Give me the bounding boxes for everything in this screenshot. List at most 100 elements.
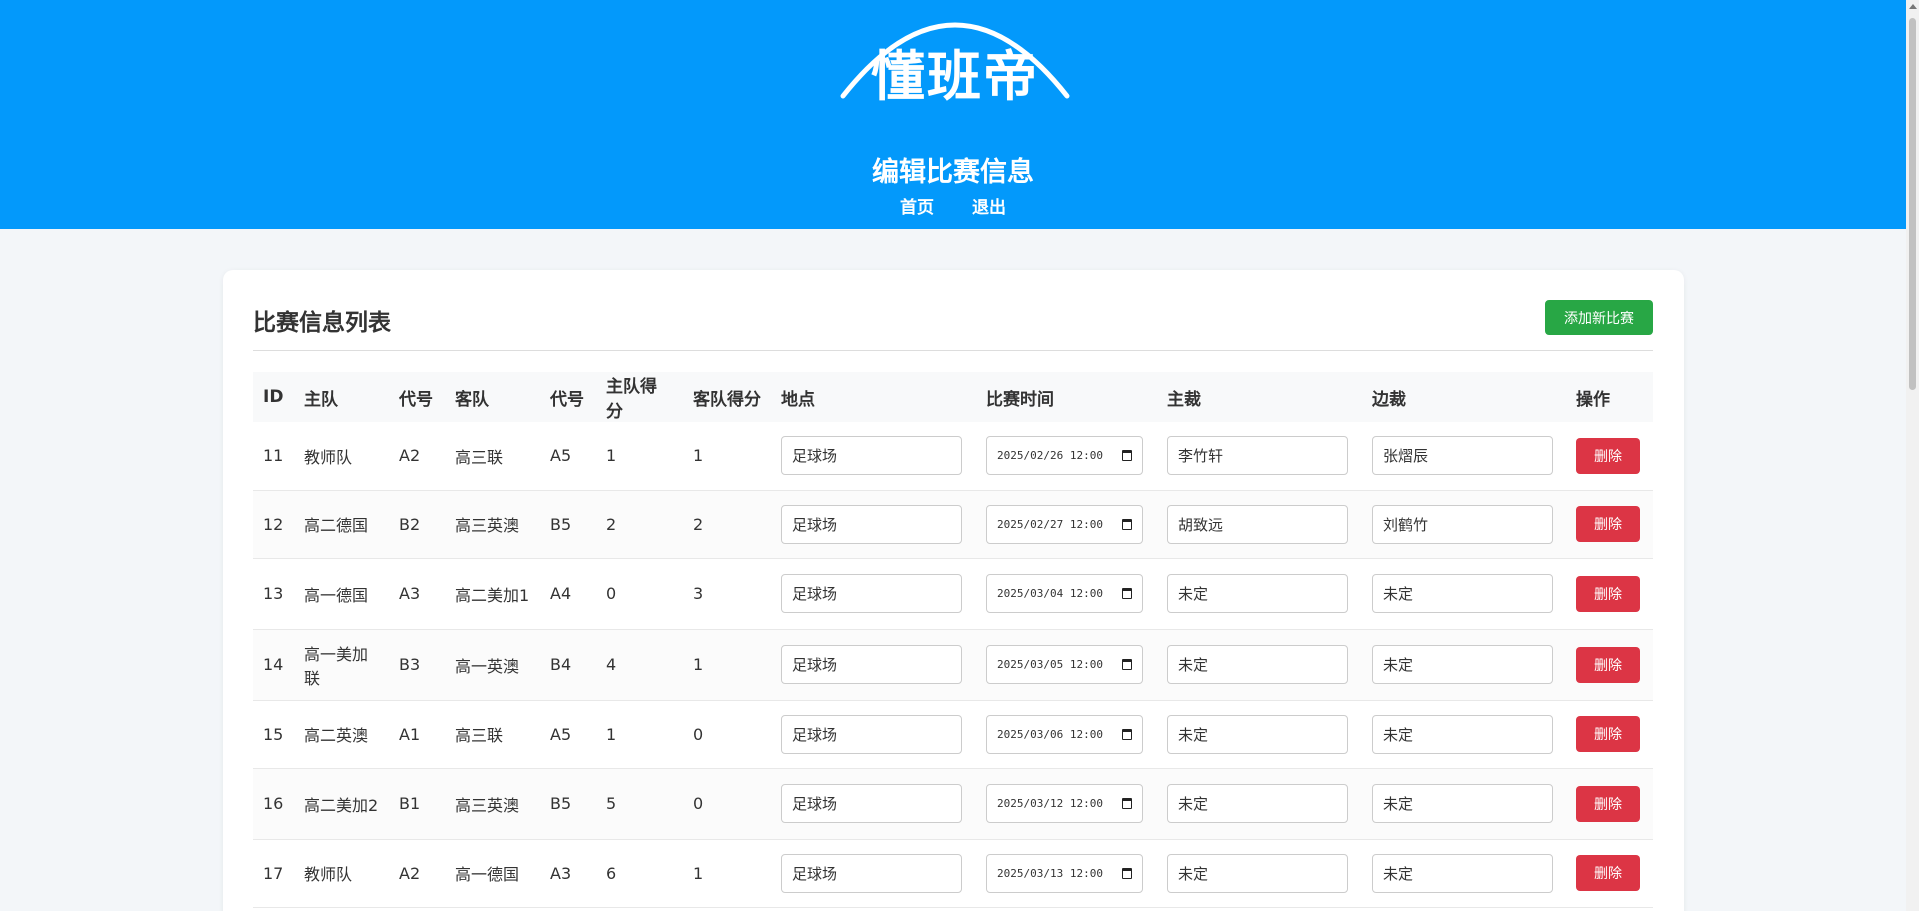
cell-linesman xyxy=(1362,700,1566,769)
calendar-icon[interactable] xyxy=(1122,798,1132,809)
referee-input[interactable] xyxy=(1167,645,1348,684)
venue-input[interactable] xyxy=(781,436,962,476)
match-time-input[interactable]: 2025/02/27 12:00 xyxy=(986,504,1143,544)
linesman-input[interactable] xyxy=(1372,504,1553,544)
match-time-input[interactable]: 2025/03/13 12:00 xyxy=(986,853,1143,893)
referee-input[interactable] xyxy=(1167,574,1348,613)
cell-id: 13 xyxy=(253,558,294,630)
cell-linesman xyxy=(1362,558,1566,630)
page-header: 懂班帝 编辑比赛信息 首页 退出 xyxy=(0,0,1906,229)
cell-home-score: 2 xyxy=(596,490,683,559)
scrollbar-thumb[interactable] xyxy=(1909,18,1916,390)
cell-away-team: 高三英澳 xyxy=(445,768,540,840)
match-time-input[interactable]: 2025/03/06 12:00 xyxy=(986,714,1143,754)
cell-venue xyxy=(771,558,976,630)
delete-button[interactable]: 删除 xyxy=(1576,506,1640,542)
col-header-time: 比赛时间 xyxy=(986,389,1054,410)
cell-home-code: B2 xyxy=(389,490,445,559)
col-header-home-code: 代号 xyxy=(399,389,433,410)
cell-id: 17 xyxy=(253,839,294,908)
cell-home-score: 5 xyxy=(596,768,683,840)
nav-link-logout[interactable]: 退出 xyxy=(972,198,1006,218)
cell-actions: 删除 xyxy=(1566,629,1653,701)
cell-actions: 删除 xyxy=(1566,422,1653,491)
calendar-icon[interactable] xyxy=(1122,518,1132,530)
cell-away-score: 1 xyxy=(683,839,771,908)
calendar-icon[interactable] xyxy=(1122,450,1132,462)
calendar-icon[interactable] xyxy=(1122,588,1132,599)
col-header-home-score: 主队得分 xyxy=(606,377,657,422)
calendar-icon[interactable] xyxy=(1122,659,1132,670)
cell-referee xyxy=(1157,700,1362,769)
scroll-up-icon[interactable] xyxy=(1909,4,1917,9)
calendar-icon[interactable] xyxy=(1122,867,1132,879)
cell-id: 11 xyxy=(253,422,294,491)
cell-home-team: 高二美加2 xyxy=(294,768,389,840)
cell-venue xyxy=(771,422,976,491)
col-header-away-code: 代号 xyxy=(550,389,584,410)
cell-time: 2025/03/13 12:00 xyxy=(976,839,1157,908)
referee-input[interactable] xyxy=(1167,784,1348,823)
delete-button[interactable]: 删除 xyxy=(1576,855,1640,891)
match-time-input[interactable]: 2025/03/05 12:00 xyxy=(986,645,1143,684)
add-match-button[interactable]: 添加新比赛 xyxy=(1545,300,1653,335)
cell-venue xyxy=(771,490,976,559)
cell-venue xyxy=(771,839,976,908)
cell-away-code: B5 xyxy=(540,490,596,559)
cell-actions: 删除 xyxy=(1566,558,1653,630)
match-table: ID 主队 代号 客队 代号 主队得分 客队得分 地点 比赛时间 主裁 边裁 操… xyxy=(253,372,1653,908)
match-time-input[interactable]: 2025/02/26 12:00 xyxy=(986,436,1143,476)
logo-text: 懂班帝 xyxy=(871,45,1039,108)
cell-linesman xyxy=(1362,768,1566,840)
venue-input[interactable] xyxy=(781,504,962,544)
cell-referee xyxy=(1157,839,1362,908)
match-time-value: 2025/03/12 12:00 xyxy=(997,797,1103,810)
match-time-input[interactable]: 2025/03/04 12:00 xyxy=(986,574,1143,613)
cell-home-code: A2 xyxy=(389,422,445,491)
cell-away-code: A5 xyxy=(540,700,596,769)
referee-input[interactable] xyxy=(1167,714,1348,754)
linesman-input[interactable] xyxy=(1372,853,1553,893)
venue-input[interactable] xyxy=(781,714,962,754)
delete-button[interactable]: 删除 xyxy=(1576,575,1640,612)
referee-input[interactable] xyxy=(1167,436,1348,476)
delete-button[interactable]: 删除 xyxy=(1576,646,1640,683)
delete-button[interactable]: 删除 xyxy=(1576,716,1640,752)
col-header-id: ID xyxy=(263,387,284,407)
cell-time: 2025/03/05 12:00 xyxy=(976,629,1157,701)
cell-actions: 删除 xyxy=(1566,839,1653,908)
cell-id: 14 xyxy=(253,629,294,701)
cell-home-team: 高一德国 xyxy=(294,558,389,630)
cell-actions: 删除 xyxy=(1566,768,1653,840)
cell-referee xyxy=(1157,768,1362,840)
referee-input[interactable] xyxy=(1167,504,1348,544)
cell-home-score: 4 xyxy=(596,629,683,701)
cell-linesman xyxy=(1362,629,1566,701)
table-row: 17教师队A2高一德国A361 2025/03/13 12:00 删除 xyxy=(253,839,1653,908)
cell-away-score: 3 xyxy=(683,558,771,630)
delete-button[interactable]: 删除 xyxy=(1576,785,1640,822)
referee-input[interactable] xyxy=(1167,853,1348,893)
col-header-away-score: 客队得分 xyxy=(693,389,761,410)
cell-venue xyxy=(771,700,976,769)
col-header-home: 主队 xyxy=(304,389,338,410)
linesman-input[interactable] xyxy=(1372,436,1553,476)
linesman-input[interactable] xyxy=(1372,574,1553,613)
cell-home-code: A3 xyxy=(389,558,445,630)
venue-input[interactable] xyxy=(781,784,962,823)
delete-button[interactable]: 删除 xyxy=(1576,437,1640,474)
venue-input[interactable] xyxy=(781,574,962,613)
venue-input[interactable] xyxy=(781,645,962,684)
calendar-icon[interactable] xyxy=(1122,728,1132,740)
linesman-input[interactable] xyxy=(1372,784,1553,823)
cell-venue xyxy=(771,768,976,840)
cell-away-code: A3 xyxy=(540,839,596,908)
nav-link-home[interactable]: 首页 xyxy=(900,198,934,218)
cell-away-code: A4 xyxy=(540,558,596,630)
venue-input[interactable] xyxy=(781,853,962,893)
linesman-input[interactable] xyxy=(1372,645,1553,684)
match-time-input[interactable]: 2025/03/12 12:00 xyxy=(986,784,1143,823)
linesman-input[interactable] xyxy=(1372,714,1553,754)
vertical-scrollbar[interactable] xyxy=(1906,0,1919,911)
cell-home-score: 1 xyxy=(596,422,683,491)
